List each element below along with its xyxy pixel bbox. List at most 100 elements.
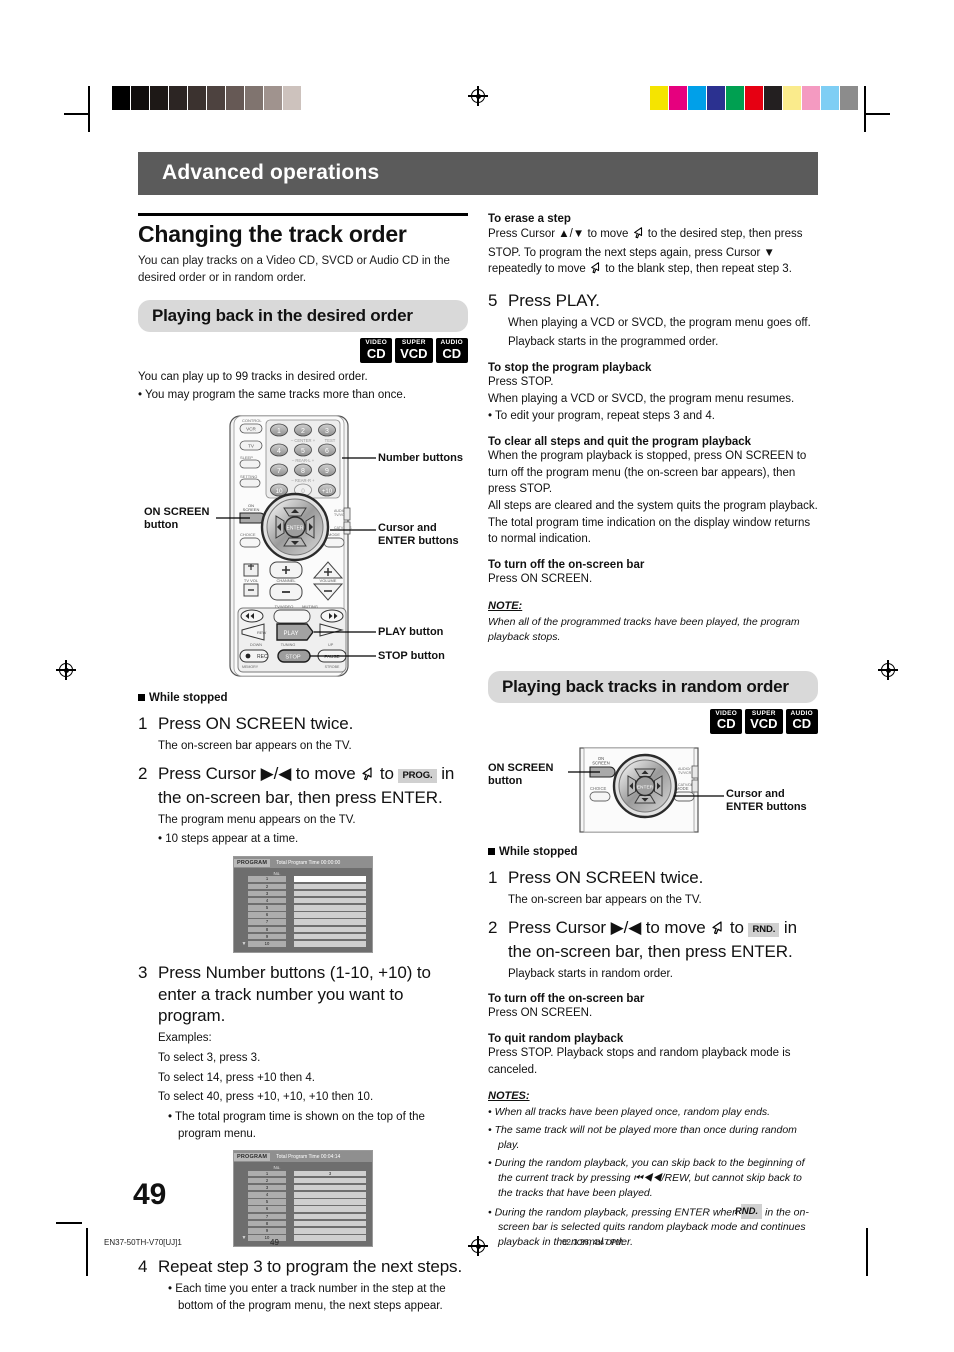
osd-program-row: 5 <box>240 905 366 911</box>
heading-clear-all-steps: To clear all steps and quit the program … <box>488 436 752 449</box>
svg-text:STROBE: STROBE <box>325 665 340 669</box>
osd-step-number: 7 <box>248 919 286 925</box>
osd-key-rnd: RND. <box>748 922 780 937</box>
chapter-band: Advanced operations <box>138 152 818 195</box>
note-body-1: When all of the programmed tracks have b… <box>488 615 800 643</box>
svg-text:SLEEP: SLEEP <box>240 455 253 460</box>
grayscale-swatch-bar <box>112 86 321 110</box>
osb2-body-1: Press ON SCREEN. <box>488 1007 593 1020</box>
svg-text:STOP: STOP <box>285 654 300 660</box>
cursor-pointer-icon <box>710 919 725 941</box>
svg-text:7: 7 <box>277 468 281 475</box>
scroll-down-arrow-icon: ▼ <box>241 1234 247 1241</box>
note-item-4: • During the random playback, pressing E… <box>488 1203 809 1249</box>
svg-text:+10: +10 <box>322 489 333 495</box>
heading-stop-program-playback: To stop the program playback <box>488 362 652 375</box>
footer-rule <box>56 1222 82 1224</box>
callout-on-screen-button: ON SCREEN button <box>488 761 554 788</box>
osd-program-row: 8 <box>240 1220 366 1227</box>
svg-text:REW: REW <box>257 630 267 635</box>
osd-rows-2: No. 1 3 2 3 4 5 6 7 8 9 ▼ 10 <box>234 1162 372 1246</box>
osd-program-row: 6 <box>240 912 366 918</box>
svg-text:SETTING: SETTING <box>240 474 257 479</box>
osd-step-number: 10 <box>248 941 286 947</box>
osd-step-number: 2 <box>248 883 286 890</box>
desired-intro-1: You can play up to 99 tracks in desired … <box>138 371 368 384</box>
step-3-left-bullet: • The total program time is shown on the… <box>168 1110 425 1140</box>
svg-text:VCR: VCR <box>246 426 256 431</box>
callout-play-button: PLAY button <box>378 625 444 638</box>
gray-swatch-6 <box>226 86 245 110</box>
svg-text:VOLUME: VOLUME <box>320 578 337 583</box>
gray-swatch-9 <box>283 86 302 110</box>
registration-mark-left <box>56 660 76 680</box>
svg-text:MUTING: MUTING <box>302 604 318 609</box>
manual-page: Advanced operations Changing the track o… <box>0 0 954 1352</box>
osd-step-number: 9 <box>248 933 286 940</box>
osd-program-row: 2 <box>240 1177 366 1184</box>
svg-text:4: 4 <box>277 448 281 455</box>
right-column: To erase a step Press Cursor ▲/▼ to move… <box>488 213 818 1314</box>
osd-program-row: 1 <box>240 876 366 882</box>
stop-body-2: When playing a VCD or SVCD, the program … <box>488 392 795 405</box>
osd-step-number: 5 <box>248 1199 286 1205</box>
svg-text:TV/VIDEO: TV/VIDEO <box>275 604 294 609</box>
osd-track-value <box>294 933 366 940</box>
gray-swatch-8 <box>264 86 283 110</box>
svg-text:REC: REC <box>257 654 268 660</box>
callout-on-screen-button: ON SCREEN button <box>144 505 210 532</box>
svg-text:CONTROL: CONTROL <box>242 418 262 423</box>
step-2-right-part2: to <box>729 918 744 938</box>
notes-heading: NOTES: <box>488 1090 530 1103</box>
gray-swatch-0 <box>112 86 131 110</box>
svg-text:MODE: MODE <box>328 532 340 537</box>
osd-program-row: 7 <box>240 1213 366 1220</box>
osd-program-row: 6 <box>240 1206 366 1212</box>
step-3-left-ex2: To select 14, press +10 then 4. <box>158 1071 315 1084</box>
osd-program-row: 9 <box>240 933 366 940</box>
color-swatch-9 <box>821 86 840 110</box>
osd-program-row: ▼ 10 <box>240 1235 366 1241</box>
step-2-right: 2 Press Cursor ▶/◀ to move to RND. in th… <box>488 918 797 961</box>
note-item-3: • During the random playback, you can sk… <box>488 1157 805 1199</box>
osd-program-row: 3 <box>240 890 366 897</box>
osd-track-value <box>294 1206 366 1212</box>
heading-turn-off-osb-1: To turn off the on-screen bar <box>488 559 645 572</box>
step-2-left-part2: to <box>379 764 394 784</box>
svg-text:CHANNEL: CHANNEL <box>276 578 296 583</box>
osd-track-value: 3 <box>294 1170 366 1176</box>
remote-diagram-full: 1 2 3 – CENTER + TEST 4 5 6 – REAR-L + 7… <box>138 412 468 680</box>
osd-step-number: 6 <box>248 912 286 918</box>
disc-badges-random: VIDEO CD SUPER VCD AUDIO CD <box>488 708 818 734</box>
osd-track-value <box>294 1184 366 1191</box>
crop-mark-top-left-h <box>64 113 90 115</box>
osd-program-row: 2 <box>240 883 366 890</box>
gray-swatch-4 <box>188 86 207 110</box>
osd-rows: No. 1 2 3 4 5 6 7 8 9 ▼ 10 <box>234 868 372 952</box>
osd-step-number: 9 <box>248 1228 286 1234</box>
osd-program-row: 13 <box>240 1170 366 1176</box>
svg-text:2: 2 <box>301 428 305 435</box>
gray-swatch-7 <box>245 86 264 110</box>
heading-quit-random-playback: To quit random playback <box>488 1033 624 1046</box>
osd-key-prog: PROG. <box>398 768 437 783</box>
osd-titlebar: PROGRAM Total Program Time 00:00:00 <box>234 857 372 869</box>
osd-track-value <box>294 1177 366 1184</box>
footer-filename: EN37-50TH-V70[UJ]1 <box>104 1238 182 1247</box>
osd-track-value <box>294 926 366 933</box>
svg-text:ENTER: ENTER <box>637 784 654 790</box>
scroll-down-arrow-icon: ▼ <box>241 940 247 947</box>
gray-swatch-1 <box>131 86 150 110</box>
step-1-left-note: The on-screen bar appears on the TV. <box>158 739 352 752</box>
osd-program-row: 3 <box>240 1184 366 1191</box>
svg-text:10: 10 <box>275 488 283 495</box>
badge-video-cd: VIDEO CD <box>360 338 393 364</box>
callout-cursor-enter-buttons: Cursor and ENTER buttons <box>726 787 807 814</box>
subsection-desired-order: Playing back in the desired order <box>138 300 468 333</box>
osd-track-value <box>294 1192 366 1198</box>
osd-titlebar-2: PROGRAM Total Program Time 00:04:14 <box>234 1151 372 1163</box>
color-swatch-7 <box>783 86 802 110</box>
osd-track-value <box>294 1213 366 1220</box>
footer-timestamp: 02.3.26, 4:47 PM <box>562 1238 623 1247</box>
step-1-right-note: The on-screen bar appears on the TV. <box>508 893 702 906</box>
